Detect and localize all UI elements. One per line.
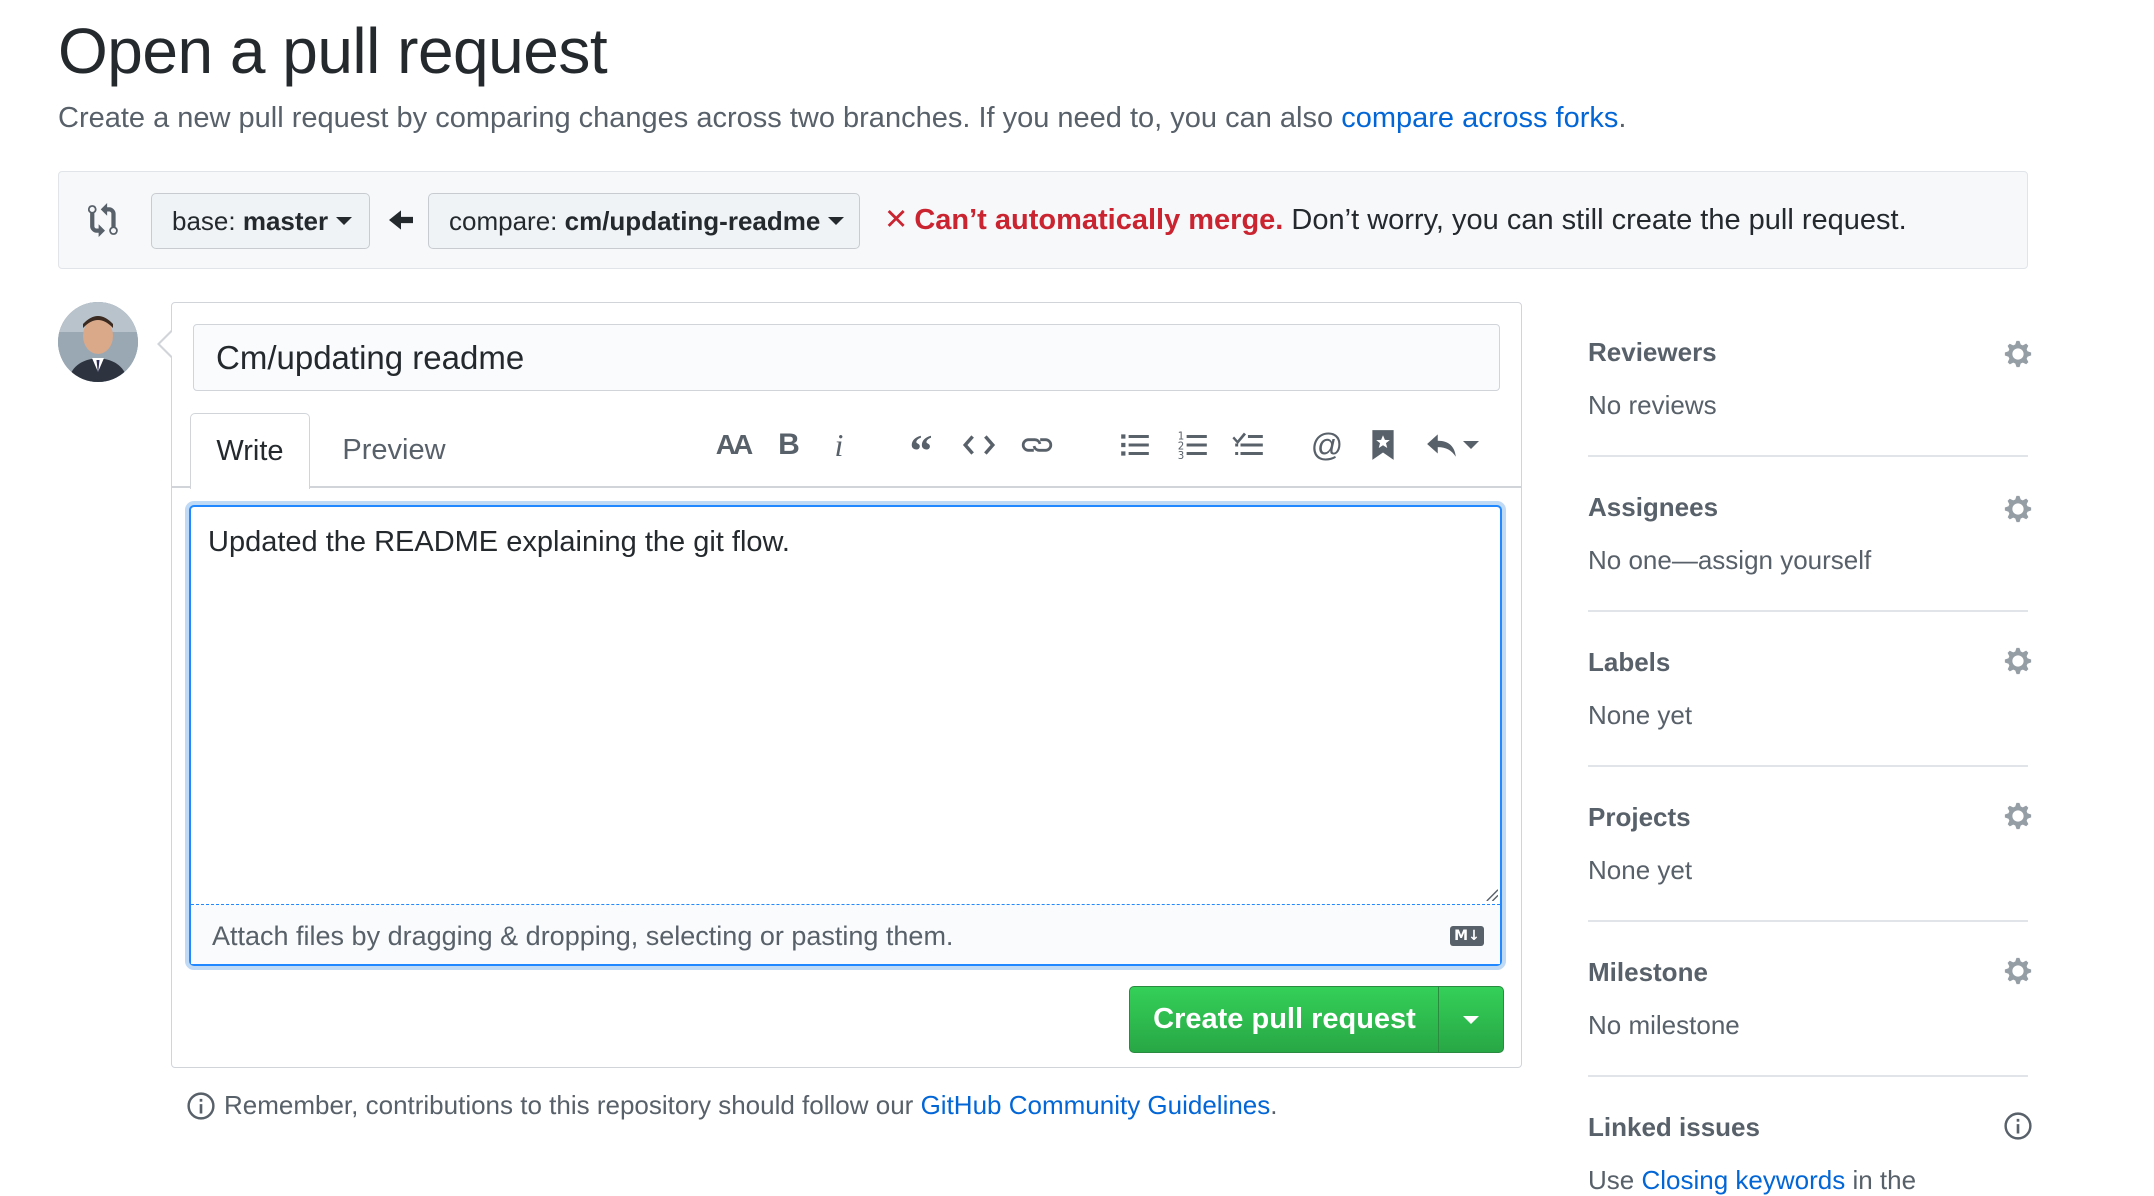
composer-pointer-fill — [160, 332, 172, 356]
pr-body-textarea[interactable] — [189, 505, 1502, 966]
x-icon: ✕ — [884, 204, 909, 236]
chevron-down-icon — [1463, 441, 1479, 449]
create-pull-request-options-button[interactable] — [1438, 986, 1504, 1053]
base-branch-name: master — [242, 205, 329, 236]
arrow-left-icon — [389, 210, 413, 230]
text-size-icon[interactable]: AA — [710, 422, 756, 468]
projects-heading[interactable]: Projects — [1588, 802, 1691, 833]
merge-status-error: Can’t automatically merge. — [914, 204, 1284, 236]
linked-issues-heading: Linked issues — [1588, 1112, 1760, 1142]
page-subtitle: Create a new pull request by comparing c… — [58, 102, 1626, 135]
compare-across-forks-link[interactable]: compare across forks — [1341, 102, 1618, 134]
labels-value: None yet — [1588, 700, 1693, 730]
projects-value: None yet — [1588, 855, 1693, 885]
sidebar-divider — [1588, 1075, 2028, 1077]
compare-branch-select[interactable]: compare: cm/updating-readme — [428, 193, 860, 249]
compare-branches-icon — [88, 203, 118, 237]
bold-icon[interactable]: B — [766, 422, 812, 468]
guidelines-text: Remember, contributions to this reposito… — [224, 1090, 914, 1120]
closing-keywords-link[interactable]: Closing keywords — [1641, 1165, 1845, 1195]
pr-title-input[interactable] — [193, 324, 1500, 391]
chevron-down-icon — [336, 217, 353, 225]
bulleted-list-icon[interactable] — [1112, 422, 1158, 468]
gear-icon[interactable] — [2003, 956, 2033, 986]
saved-reply-icon[interactable] — [1360, 422, 1406, 468]
numbered-list-icon[interactable]: 123 — [1170, 422, 1216, 468]
avatar[interactable] — [58, 302, 138, 382]
base-branch-label: base: — [172, 205, 236, 236]
resize-grip-icon[interactable] — [1484, 887, 1498, 901]
create-pull-request-button[interactable]: Create pull request — [1129, 986, 1440, 1053]
merge-status: ✕ Can’t automatically merge. Don’t worry,… — [884, 202, 1907, 237]
avatar-image — [58, 302, 138, 382]
reviewers-value: No reviews — [1588, 390, 1717, 420]
chevron-down-icon — [828, 217, 845, 225]
tab-write[interactable]: Write — [190, 413, 310, 489]
sidebar-divider — [1588, 765, 2028, 767]
base-branch-select[interactable]: base: master — [151, 193, 370, 249]
code-icon[interactable] — [956, 422, 1002, 468]
sidebar-divider — [1588, 455, 2028, 457]
subtitle-text: Create a new pull request by comparing c… — [58, 102, 1342, 134]
labels-heading[interactable]: Labels — [1588, 647, 1670, 678]
attach-files-hint: Attach files by dragging & dropping, sel… — [212, 921, 954, 951]
guidelines-suffix: . — [1270, 1090, 1278, 1120]
markdown-icon[interactable]: M↓ — [1450, 926, 1484, 946]
info-icon — [187, 1091, 215, 1120]
assignees-value[interactable]: No one—assign yourself — [1588, 545, 1871, 576]
mention-icon[interactable]: @ — [1304, 422, 1350, 468]
compare-branch-label: compare: — [449, 205, 558, 236]
task-list-icon[interactable] — [1226, 422, 1272, 468]
linked-issues-prefix: Use — [1588, 1165, 1642, 1195]
community-guidelines-note: Remember, contributions to this reposito… — [186, 1090, 1278, 1121]
linked-issues-value: Use Closing keywords in the — [1588, 1165, 1916, 1196]
quote-icon[interactable]: “ — [898, 422, 944, 474]
sidebar-divider — [1588, 920, 2028, 922]
reviewers-heading[interactable]: Reviewers — [1588, 337, 1717, 368]
linked-issues-suffix: in the — [1845, 1165, 1917, 1195]
gear-icon[interactable] — [2003, 801, 2033, 831]
link-icon[interactable] — [1014, 422, 1060, 468]
compare-branch-name: cm/updating-readme — [564, 205, 821, 236]
milestone-value: No milestone — [1588, 1010, 1740, 1040]
gear-icon[interactable] — [2003, 646, 2033, 676]
tab-preview[interactable]: Preview — [328, 413, 460, 487]
subtitle-suffix: . — [1618, 102, 1627, 134]
chevron-down-icon — [1463, 1015, 1479, 1024]
community-guidelines-link[interactable]: GitHub Community Guidelines — [921, 1090, 1271, 1121]
milestone-heading[interactable]: Milestone — [1588, 957, 1708, 988]
assignees-heading[interactable]: Assignees — [1588, 492, 1718, 523]
pr-body-text: Updated the README explaining the git fl… — [208, 526, 790, 558]
italic-icon[interactable]: i — [816, 422, 862, 468]
reply-icon[interactable] — [1416, 422, 1488, 468]
sidebar-divider — [1588, 610, 2028, 612]
gear-icon[interactable] — [2003, 494, 2033, 524]
info-icon[interactable] — [2003, 1111, 2033, 1141]
merge-status-note: Don’t worry, you can still create the pu… — [1283, 204, 1907, 236]
gear-icon[interactable] — [2003, 339, 2033, 369]
page-title: Open a pull request — [58, 15, 608, 87]
svg-text:3: 3 — [1178, 451, 1184, 462]
